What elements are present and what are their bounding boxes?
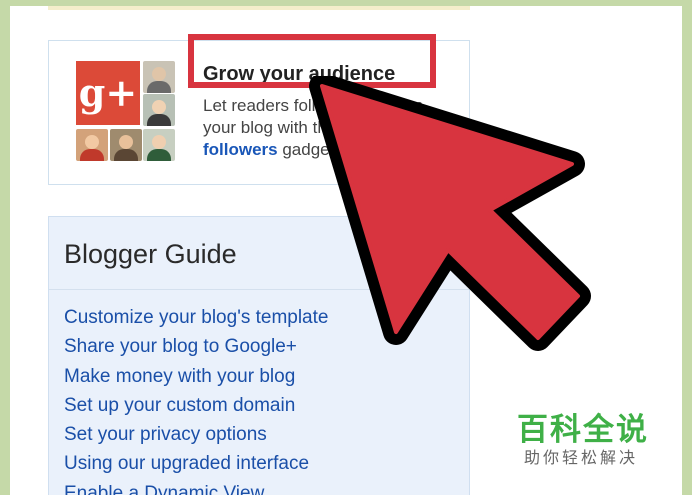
top-gadget-strip xyxy=(48,6,470,10)
guide-link-make-money[interactable]: Make money with your blog xyxy=(64,362,328,391)
follower-avatar xyxy=(76,129,108,161)
guide-link-dynamic-view[interactable]: Enable a Dynamic View xyxy=(64,479,328,495)
guide-link-customize-template[interactable]: Customize your blog's template xyxy=(64,303,328,332)
follower-avatar xyxy=(143,94,175,126)
follower-avatar xyxy=(143,129,175,161)
guide-link-share-google-plus[interactable]: Share your blog to Google+ xyxy=(64,332,328,361)
blogger-sidebar-panel: g+ Grow your audience Let readers foll i… xyxy=(10,6,682,495)
watermark-title: 百科全说 xyxy=(517,412,649,448)
blogger-guide-title: Blogger Guide xyxy=(64,239,237,269)
followers-link[interactable]: followers xyxy=(203,140,278,159)
guide-link-privacy-options[interactable]: Set your privacy options xyxy=(64,420,328,449)
guide-link-upgraded-interface[interactable]: Using our upgraded interface xyxy=(64,449,328,478)
google-plus-logo: g+ xyxy=(76,61,140,125)
guide-link-list: Customize your blog's template Share you… xyxy=(64,303,328,495)
pointer-arrow-icon xyxy=(309,76,591,351)
guide-link-custom-domain[interactable]: Set up your custom domain xyxy=(64,391,328,420)
follower-avatar xyxy=(143,61,175,93)
google-plus-logo-text: g+ xyxy=(78,70,138,115)
follower-avatar xyxy=(110,129,142,161)
watermark-subtitle: 助你轻松解决 xyxy=(524,448,639,467)
